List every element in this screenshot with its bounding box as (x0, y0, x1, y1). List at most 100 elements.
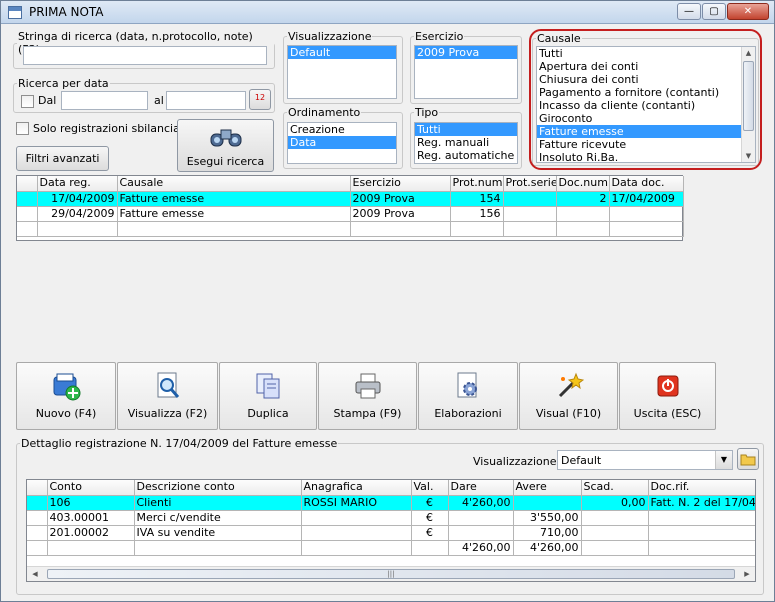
table-cell: 29/04/2009 (37, 206, 118, 222)
table-row[interactable]: 106 Clienti ROSSI MARIO €4'260,00 0,00 Fatt. … (27, 495, 755, 511)
table-cell (448, 525, 514, 541)
registrations-grid[interactable]: Data reg. Causale Esercizio Prot.num Prot.se… (16, 175, 684, 241)
uscita-button[interactable]: Uscita (ESC) (619, 362, 716, 430)
column-header[interactable]: Anagrafica (301, 480, 412, 496)
maximize-button[interactable]: ▢ (702, 3, 726, 20)
run-search-button[interactable]: Esegui ricerca (177, 119, 274, 172)
row-selector[interactable] (27, 495, 48, 511)
total-dare: 4'260,00 (448, 540, 514, 556)
detail-grid[interactable]: Conto Descrizione conto Anagrafica Val. Dare… (26, 479, 756, 582)
visual-button[interactable]: Visual (F10) (519, 362, 618, 430)
table-cell: 2009 Prova (350, 206, 451, 222)
minimize-button[interactable]: — (677, 3, 701, 20)
table-cell (581, 540, 649, 556)
chevron-down-icon[interactable]: ▼ (715, 451, 732, 469)
scroll-thumb[interactable]: ||| (47, 569, 735, 579)
new-document-icon (53, 373, 81, 401)
column-header[interactable]: Esercizio (350, 176, 451, 192)
table-row[interactable]: 201.00002 IVA su vendite €710,00 (27, 525, 755, 541)
highlight-annotation-frame (529, 29, 762, 170)
ordinamento-list[interactable]: Creazione Data (287, 122, 397, 164)
folder-icon (740, 454, 756, 466)
table-cell (503, 221, 557, 237)
tipo-list[interactable]: Tutti Reg. manuali Reg. automatiche (414, 122, 518, 164)
visualizzazione-legend: Visualizzazione (288, 30, 372, 43)
column-header[interactable]: Data doc. (609, 176, 684, 192)
column-header[interactable]: Val. (411, 480, 449, 496)
power-exit-icon (657, 375, 678, 397)
visualizzazione-list[interactable]: Default (287, 45, 397, 99)
row-selector[interactable] (17, 206, 38, 222)
column-header[interactable]: Conto (47, 480, 135, 496)
table-cell: 201.00002 (47, 525, 135, 541)
calendar-icon[interactable]: 12 (249, 89, 271, 110)
duplica-button[interactable]: Duplica (219, 362, 317, 430)
scroll-left-icon[interactable]: ◀ (29, 568, 41, 580)
dal-checkbox[interactable] (21, 95, 34, 108)
dal-date-input[interactable] (61, 91, 148, 110)
table-cell: Clienti (134, 495, 302, 511)
table-cell (609, 221, 684, 237)
stampa-button[interactable]: Stampa (F9) (318, 362, 417, 430)
duplica-label: Duplica (247, 407, 289, 420)
column-header[interactable]: Doc.rif. (648, 480, 755, 496)
new-row[interactable] (17, 221, 684, 237)
esercizio-legend: Esercizio (415, 30, 464, 43)
tipo-option[interactable]: Reg. manuali (415, 136, 517, 149)
total-avere: 4'260,00 (513, 540, 582, 556)
column-header[interactable]: Data reg. (37, 176, 118, 192)
table-cell (134, 540, 302, 556)
table-cell: Fatt. N. 2 del 17/04/2 (648, 495, 755, 511)
table-cell: 710,00 (513, 525, 582, 541)
column-header[interactable]: Descrizione conto (134, 480, 302, 496)
printer-icon (355, 373, 380, 399)
column-header[interactable]: Dare (448, 480, 514, 496)
table-cell (513, 495, 582, 511)
row-selector (27, 540, 48, 556)
open-folder-button[interactable] (737, 448, 759, 470)
close-button[interactable]: ✕ (727, 3, 769, 20)
esercizio-option[interactable]: 2009 Prova (415, 46, 517, 59)
binoculars-icon (210, 129, 242, 147)
visualizza-label: Visualizza (F2) (127, 407, 208, 420)
unbalanced-checkbox[interactable] (16, 122, 29, 135)
ordinamento-option[interactable]: Creazione (288, 123, 396, 136)
row-selector[interactable] (27, 525, 48, 541)
table-cell (117, 221, 351, 237)
search-string-input[interactable] (23, 46, 267, 65)
visualizza-button[interactable]: Visualizza (F2) (117, 362, 218, 430)
tipo-option[interactable]: Tutti (415, 123, 517, 136)
table-cell (581, 510, 649, 526)
row-selector[interactable] (17, 191, 38, 207)
row-selector[interactable] (27, 510, 48, 526)
stampa-label: Stampa (F9) (333, 407, 402, 420)
visualizzazione-option[interactable]: Default (288, 46, 396, 59)
tipo-option[interactable]: Reg. automatiche (415, 149, 517, 162)
table-row[interactable]: 403.00001 Merci c/vendite €3'550,00 (27, 510, 755, 526)
advanced-filters-button[interactable]: Filtri avanzati (16, 146, 109, 171)
nuovo-label: Nuovo (F4) (35, 407, 97, 420)
nuovo-button[interactable]: Nuovo (F4) (16, 362, 116, 430)
detail-legend: Dettaglio registrazione N. 17/04/2009 de… (21, 437, 338, 450)
column-header[interactable]: Avere (513, 480, 582, 496)
esercizio-list[interactable]: 2009 Prova (414, 45, 518, 99)
detail-view-select[interactable]: Default ▼ (557, 450, 733, 470)
column-header[interactable]: Scad. (581, 480, 649, 496)
ordinamento-option[interactable]: Data (288, 136, 396, 149)
scroll-right-icon[interactable]: ▶ (741, 568, 753, 580)
table-cell (450, 221, 504, 237)
table-cell: 17/04/2009 (609, 191, 684, 207)
column-header[interactable]: Prot.serie (503, 176, 557, 192)
detail-horizontal-scrollbar[interactable]: ◀ ||| ▶ (27, 566, 755, 581)
table-cell: € (411, 495, 449, 511)
table-cell: ROSSI MARIO (301, 495, 412, 511)
table-cell (448, 510, 514, 526)
column-header[interactable]: Causale (117, 176, 351, 192)
table-cell: 2009 Prova (350, 191, 451, 207)
elaborazioni-button[interactable]: Elaborazioni (418, 362, 518, 430)
table-row[interactable]: 29/04/2009 Fatture emesse 2009 Prova 156 (17, 206, 684, 222)
table-row[interactable]: 17/04/2009 Fatture emesse 2009 Prova 154 2 17… (17, 191, 684, 207)
al-date-input[interactable] (166, 91, 246, 110)
column-header[interactable]: Doc.num (556, 176, 610, 192)
column-header[interactable]: Prot.num (450, 176, 504, 192)
